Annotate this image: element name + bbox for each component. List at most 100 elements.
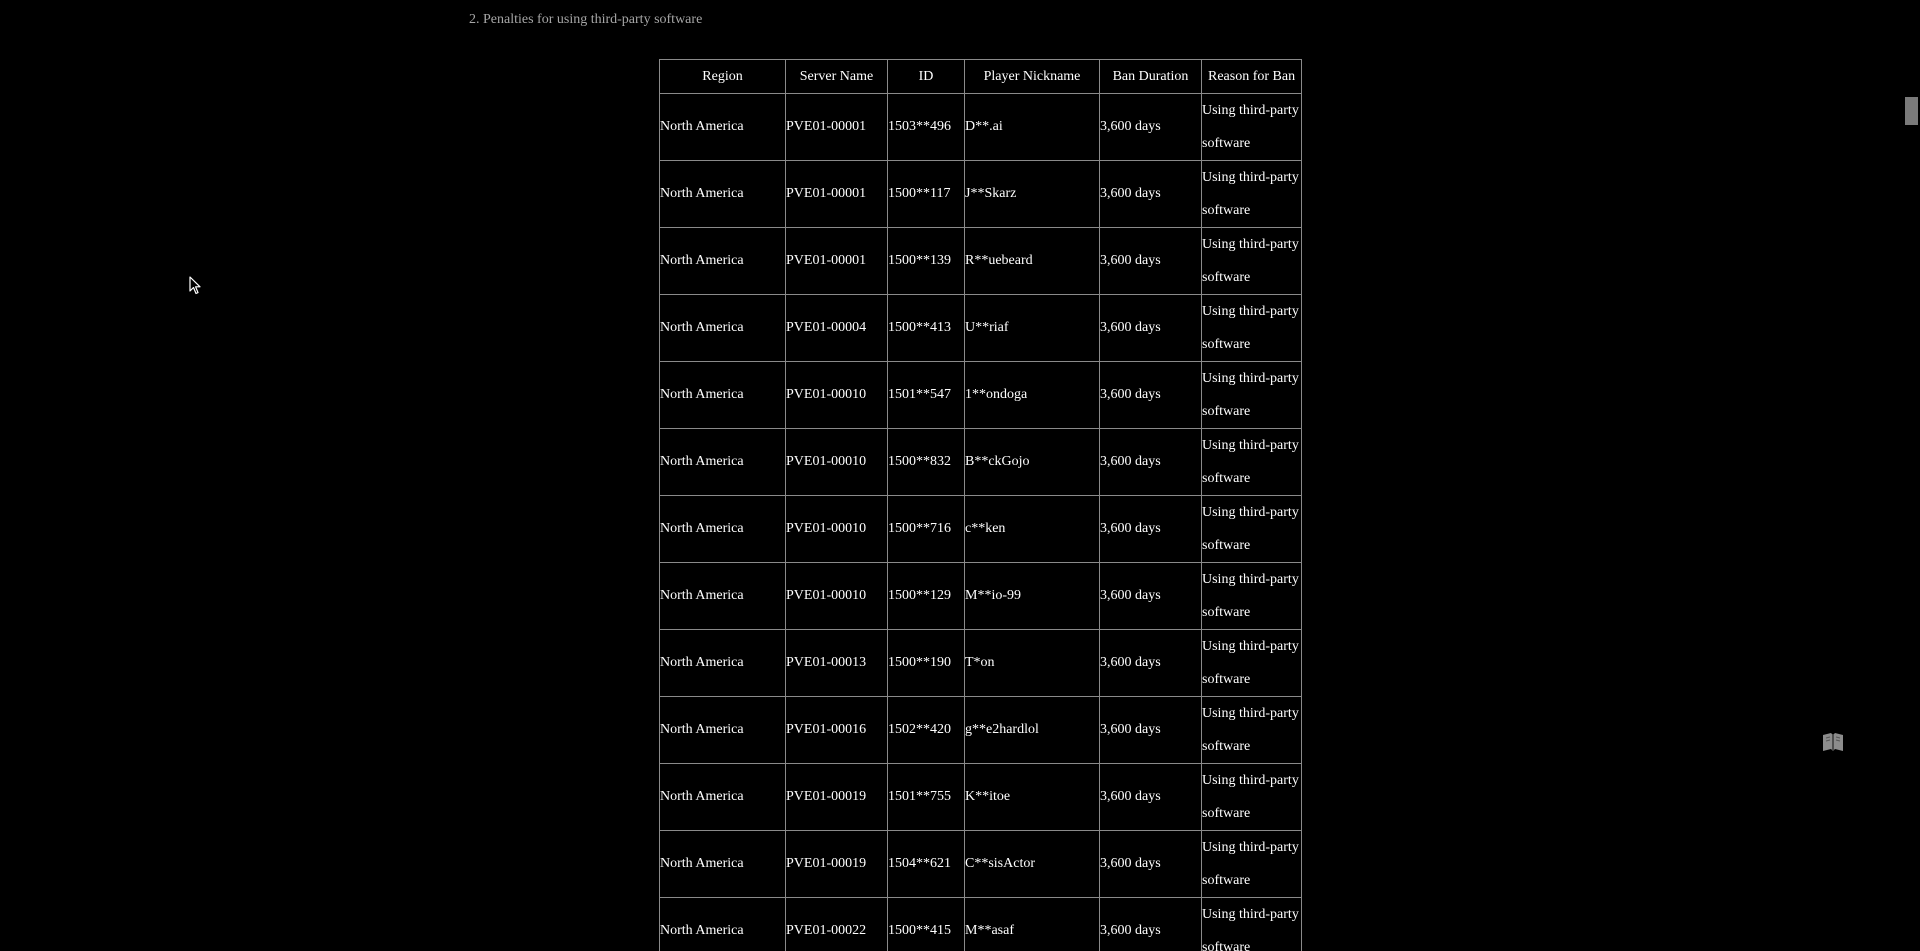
column-header-player-nickname: Player Nickname [964,59,1100,94]
cell-player-nickname: M**asaf [964,897,1100,951]
column-header-region: Region [659,59,786,94]
cell-ban-duration: 3,600 days [1099,361,1202,429]
column-header-id: ID [887,59,965,94]
cell-player-nickname: g**e2hardlol [964,696,1100,764]
cell-server-name: PVE01-00010 [785,428,888,496]
cell-ban-duration: 3,600 days [1099,562,1202,630]
cell-ban-duration: 3,600 days [1099,428,1202,496]
cell-server-name: PVE01-00019 [785,830,888,898]
cell-region: North America [659,227,786,295]
cell-player-nickname: c**ken [964,495,1100,563]
cell-reason: Using third-party software [1200,361,1303,429]
cell-region: North America [659,495,786,563]
cell-region: North America [659,897,786,951]
ban-table: Region Server Name ID Player Nickname Ba… [659,59,1303,951]
cell-server-name: PVE01-00001 [785,227,888,295]
cell-id: 1502**420 [887,696,965,764]
section-heading: 2. Penalties for using third-party softw… [469,12,703,27]
cell-reason: Using third-party software [1200,227,1303,295]
cell-ban-duration: 3,600 days [1099,763,1202,831]
cell-ban-duration: 3,600 days [1099,495,1202,563]
cell-region: North America [659,629,786,697]
table-row: North America PVE01-00010 1501**547 1**ondo… [659,361,1303,429]
cell-region: North America [659,361,786,429]
cell-region: North America [659,562,786,630]
cell-id: 1500**415 [887,897,965,951]
table-row: North America PVE01-00019 1501**755 K**itoe… [659,763,1303,831]
cell-player-nickname: M**io-99 [964,562,1100,630]
cell-reason: Using third-party software [1200,830,1303,898]
cell-player-nickname: T*on [964,629,1100,697]
column-header-reason: Reason for Ban [1200,59,1303,94]
cell-player-nickname: J**Skarz [964,160,1100,228]
page: 2. Penalties for using third-party softw… [0,0,1920,951]
cell-reason: Using third-party software [1200,562,1303,630]
cell-region: North America [659,830,786,898]
cell-region: North America [659,294,786,362]
vertical-scrollbar[interactable] [1903,0,1920,951]
cell-server-name: PVE01-00001 [785,93,888,161]
cell-id: 1500**832 [887,428,965,496]
cell-server-name: PVE01-00010 [785,495,888,563]
scrollbar-thumb[interactable] [1905,97,1918,125]
cell-region: North America [659,93,786,161]
cell-player-nickname: 1**ondoga [964,361,1100,429]
table-row: North America PVE01-00001 1503**496 D**.ai 3… [659,93,1303,161]
column-header-server-name: Server Name [785,59,888,94]
cell-region: North America [659,160,786,228]
cell-ban-duration: 3,600 days [1099,93,1202,161]
cell-id: 1500**190 [887,629,965,697]
cell-ban-duration: 3,600 days [1099,696,1202,764]
table-row: North America PVE01-00010 1500**832 B**ckGo… [659,428,1303,496]
cell-id: 1501**547 [887,361,965,429]
cell-player-nickname: C**sisActor [964,830,1100,898]
cell-player-nickname: B**ckGojo [964,428,1100,496]
cell-server-name: PVE01-00013 [785,629,888,697]
book-icon[interactable] [1821,731,1845,758]
cell-server-name: PVE01-00022 [785,897,888,951]
cell-reason: Using third-party software [1200,160,1303,228]
cell-server-name: PVE01-00001 [785,160,888,228]
cell-server-name: PVE01-00010 [785,361,888,429]
cell-reason: Using third-party software [1200,93,1303,161]
table-row: North America PVE01-00013 1500**190 T*on 3,6… [659,629,1303,697]
table-body: North America PVE01-00001 1503**496 D**.ai 3… [659,93,1303,951]
cell-id: 1500**139 [887,227,965,295]
cell-ban-duration: 3,600 days [1099,294,1202,362]
cell-reason: Using third-party software [1200,897,1303,951]
cell-player-nickname: R**uebeard [964,227,1100,295]
table-row: North America PVE01-00019 1504**621 C**sisA… [659,830,1303,898]
cell-player-nickname: K**itoe [964,763,1100,831]
table-row: North America PVE01-00022 1500**415 M**asaf… [659,897,1303,951]
table-header-row: Region Server Name ID Player Nickname Ba… [659,59,1303,94]
cell-id: 1504**621 [887,830,965,898]
cell-reason: Using third-party software [1200,696,1303,764]
table-row: North America PVE01-00001 1500**139 R**uebe… [659,227,1303,295]
cell-ban-duration: 3,600 days [1099,629,1202,697]
cell-region: North America [659,428,786,496]
cell-ban-duration: 3,600 days [1099,830,1202,898]
cell-ban-duration: 3,600 days [1099,897,1202,951]
cell-region: North America [659,696,786,764]
table-row: North America PVE01-00001 1500**117 J**Skar… [659,160,1303,228]
cell-server-name: PVE01-00004 [785,294,888,362]
cell-id: 1500**716 [887,495,965,563]
cell-reason: Using third-party software [1200,294,1303,362]
cell-reason: Using third-party software [1200,629,1303,697]
table-row: North America PVE01-00016 1502**420 g**e2ha… [659,696,1303,764]
cell-server-name: PVE01-00010 [785,562,888,630]
table-row: North America PVE01-00010 1500**129 M**io-9… [659,562,1303,630]
cell-server-name: PVE01-00016 [785,696,888,764]
cell-player-nickname: U**riaf [964,294,1100,362]
cell-id: 1503**496 [887,93,965,161]
cell-reason: Using third-party software [1200,428,1303,496]
cell-ban-duration: 3,600 days [1099,227,1202,295]
cell-id: 1500**129 [887,562,965,630]
cell-player-nickname: D**.ai [964,93,1100,161]
cell-ban-duration: 3,600 days [1099,160,1202,228]
table-row: North America PVE01-00010 1500**716 c**ken 3… [659,495,1303,563]
cell-reason: Using third-party software [1200,495,1303,563]
cell-id: 1501**755 [887,763,965,831]
table-row: North America PVE01-00004 1500**413 U**riaf… [659,294,1303,362]
cell-id: 1500**413 [887,294,965,362]
